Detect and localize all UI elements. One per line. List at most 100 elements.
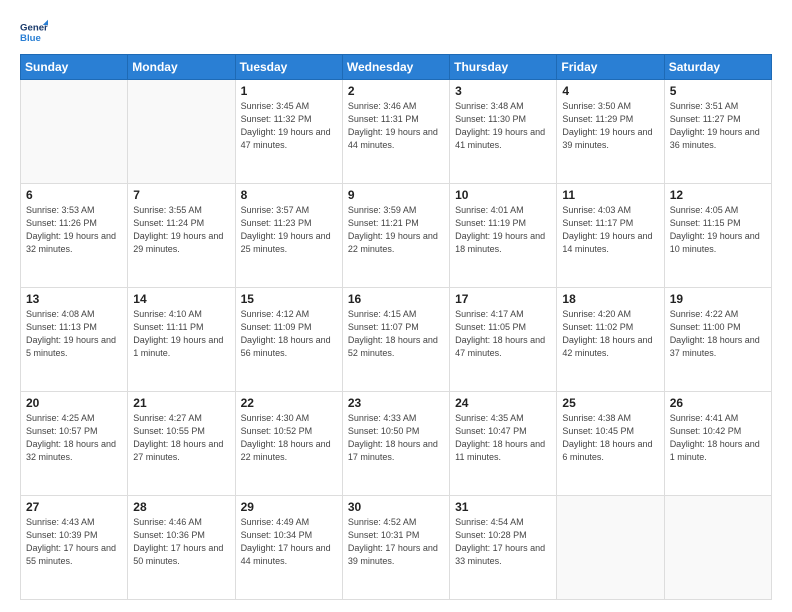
- day-info: Sunrise: 3:46 AM Sunset: 11:31 PM Daylig…: [348, 100, 444, 152]
- day-number: 4: [562, 84, 658, 98]
- day-info: Sunrise: 4:30 AM Sunset: 10:52 PM Daylig…: [241, 412, 337, 464]
- calendar-cell: 20 Sunrise: 4:25 AM Sunset: 10:57 PM Dayl…: [21, 392, 128, 496]
- day-info: Sunrise: 4:27 AM Sunset: 10:55 PM Daylig…: [133, 412, 229, 464]
- day-number: 30: [348, 500, 444, 514]
- day-number: 16: [348, 292, 444, 306]
- day-info: Sunrise: 4:22 AM Sunset: 11:00 PM Daylig…: [670, 308, 766, 360]
- day-number: 17: [455, 292, 551, 306]
- day-number: 28: [133, 500, 229, 514]
- day-number: 18: [562, 292, 658, 306]
- day-number: 21: [133, 396, 229, 410]
- calendar-cell: 25 Sunrise: 4:38 AM Sunset: 10:45 PM Dayl…: [557, 392, 664, 496]
- day-number: 29: [241, 500, 337, 514]
- day-info: Sunrise: 3:53 AM Sunset: 11:26 PM Daylig…: [26, 204, 122, 256]
- logo: General Blue: [20, 18, 48, 46]
- calendar-cell: 11 Sunrise: 4:03 AM Sunset: 11:17 PM Dayl…: [557, 184, 664, 288]
- calendar-cell: 23 Sunrise: 4:33 AM Sunset: 10:50 PM Dayl…: [342, 392, 449, 496]
- day-number: 10: [455, 188, 551, 202]
- calendar-cell: 27 Sunrise: 4:43 AM Sunset: 10:39 PM Dayl…: [21, 496, 128, 600]
- day-number: 20: [26, 396, 122, 410]
- day-number: 9: [348, 188, 444, 202]
- day-info: Sunrise: 4:33 AM Sunset: 10:50 PM Daylig…: [348, 412, 444, 464]
- day-number: 19: [670, 292, 766, 306]
- calendar-cell: 6 Sunrise: 3:53 AM Sunset: 11:26 PM Dayli…: [21, 184, 128, 288]
- day-number: 23: [348, 396, 444, 410]
- weekday-header-friday: Friday: [557, 55, 664, 80]
- calendar-cell: [128, 80, 235, 184]
- day-info: Sunrise: 4:05 AM Sunset: 11:15 PM Daylig…: [670, 204, 766, 256]
- day-info: Sunrise: 4:54 AM Sunset: 10:28 PM Daylig…: [455, 516, 551, 568]
- calendar-cell: 29 Sunrise: 4:49 AM Sunset: 10:34 PM Dayl…: [235, 496, 342, 600]
- day-number: 27: [26, 500, 122, 514]
- day-info: Sunrise: 3:51 AM Sunset: 11:27 PM Daylig…: [670, 100, 766, 152]
- day-info: Sunrise: 3:48 AM Sunset: 11:30 PM Daylig…: [455, 100, 551, 152]
- week-row-3: 13Sunrise: 4:08 AM Sunset: 11:13 PM Dayl…: [21, 288, 772, 392]
- calendar-cell: 8 Sunrise: 3:57 AM Sunset: 11:23 PM Dayli…: [235, 184, 342, 288]
- day-info: Sunrise: 4:01 AM Sunset: 11:19 PM Daylig…: [455, 204, 551, 256]
- day-info: Sunrise: 4:46 AM Sunset: 10:36 PM Daylig…: [133, 516, 229, 568]
- calendar-cell: 10 Sunrise: 4:01 AM Sunset: 11:19 PM Dayl…: [450, 184, 557, 288]
- day-number: 26: [670, 396, 766, 410]
- weekday-header-monday: Monday: [128, 55, 235, 80]
- day-number: 13: [26, 292, 122, 306]
- day-info: Sunrise: 4:25 AM Sunset: 10:57 PM Daylig…: [26, 412, 122, 464]
- day-info: Sunrise: 4:41 AM Sunset: 10:42 PM Daylig…: [670, 412, 766, 464]
- day-number: 15: [241, 292, 337, 306]
- calendar-cell: 5Sunrise: 3:51 AM Sunset: 11:27 PM Dayli…: [664, 80, 771, 184]
- day-number: 31: [455, 500, 551, 514]
- day-number: 14: [133, 292, 229, 306]
- day-number: 11: [562, 188, 658, 202]
- calendar-cell: 1Sunrise: 3:45 AM Sunset: 11:32 PM Dayli…: [235, 80, 342, 184]
- weekday-header-thursday: Thursday: [450, 55, 557, 80]
- weekday-header-saturday: Saturday: [664, 55, 771, 80]
- calendar-cell: 26 Sunrise: 4:41 AM Sunset: 10:42 PM Dayl…: [664, 392, 771, 496]
- day-number: 24: [455, 396, 551, 410]
- calendar-cell: 18Sunrise: 4:20 AM Sunset: 11:02 PM Dayl…: [557, 288, 664, 392]
- day-info: Sunrise: 4:17 AM Sunset: 11:05 PM Daylig…: [455, 308, 551, 360]
- day-number: 25: [562, 396, 658, 410]
- day-info: Sunrise: 3:59 AM Sunset: 11:21 PM Daylig…: [348, 204, 444, 256]
- calendar-cell: 19 Sunrise: 4:22 AM Sunset: 11:00 PM Dayl…: [664, 288, 771, 392]
- calendar-cell: 31 Sunrise: 4:54 AM Sunset: 10:28 PM Dayl…: [450, 496, 557, 600]
- calendar-cell: 22 Sunrise: 4:30 AM Sunset: 10:52 PM Dayl…: [235, 392, 342, 496]
- day-info: Sunrise: 4:12 AM Sunset: 11:09 PM Daylig…: [241, 308, 337, 360]
- day-number: 8: [241, 188, 337, 202]
- day-info: Sunrise: 3:50 AM Sunset: 11:29 PM Daylig…: [562, 100, 658, 152]
- week-row-4: 20 Sunrise: 4:25 AM Sunset: 10:57 PM Dayl…: [21, 392, 772, 496]
- calendar-cell: 21 Sunrise: 4:27 AM Sunset: 10:55 PM Dayl…: [128, 392, 235, 496]
- calendar-cell: [21, 80, 128, 184]
- day-number: 3: [455, 84, 551, 98]
- calendar-cell: 16 Sunrise: 4:15 AM Sunset: 11:07 PM Dayl…: [342, 288, 449, 392]
- calendar-cell: 13Sunrise: 4:08 AM Sunset: 11:13 PM Dayl…: [21, 288, 128, 392]
- day-info: Sunrise: 3:55 AM Sunset: 11:24 PM Daylig…: [133, 204, 229, 256]
- svg-text:Blue: Blue: [20, 33, 41, 44]
- week-row-2: 6 Sunrise: 3:53 AM Sunset: 11:26 PM Dayli…: [21, 184, 772, 288]
- day-number: 1: [241, 84, 337, 98]
- calendar-cell: [664, 496, 771, 600]
- header: General Blue: [20, 18, 772, 46]
- calendar-cell: 17 Sunrise: 4:17 AM Sunset: 11:05 PM Dayl…: [450, 288, 557, 392]
- day-info: Sunrise: 4:52 AM Sunset: 10:31 PM Daylig…: [348, 516, 444, 568]
- day-info: Sunrise: 4:49 AM Sunset: 10:34 PM Daylig…: [241, 516, 337, 568]
- day-number: 6: [26, 188, 122, 202]
- calendar-cell: 3 Sunrise: 3:48 AM Sunset: 11:30 PM Dayli…: [450, 80, 557, 184]
- weekday-header-wednesday: Wednesday: [342, 55, 449, 80]
- calendar-cell: [557, 496, 664, 600]
- calendar-cell: 14 Sunrise: 4:10 AM Sunset: 11:11 PM Dayl…: [128, 288, 235, 392]
- calendar-cell: 2 Sunrise: 3:46 AM Sunset: 11:31 PM Dayli…: [342, 80, 449, 184]
- day-number: 2: [348, 84, 444, 98]
- calendar-cell: 7 Sunrise: 3:55 AM Sunset: 11:24 PM Dayli…: [128, 184, 235, 288]
- day-info: Sunrise: 4:15 AM Sunset: 11:07 PM Daylig…: [348, 308, 444, 360]
- day-info: Sunrise: 4:43 AM Sunset: 10:39 PM Daylig…: [26, 516, 122, 568]
- calendar-table: SundayMondayTuesdayWednesdayThursdayFrid…: [20, 54, 772, 600]
- day-info: Sunrise: 4:38 AM Sunset: 10:45 PM Daylig…: [562, 412, 658, 464]
- weekday-header-row: SundayMondayTuesdayWednesdayThursdayFrid…: [21, 55, 772, 80]
- calendar-cell: 30 Sunrise: 4:52 AM Sunset: 10:31 PM Dayl…: [342, 496, 449, 600]
- day-number: 22: [241, 396, 337, 410]
- day-info: Sunrise: 4:10 AM Sunset: 11:11 PM Daylig…: [133, 308, 229, 360]
- svg-text:General: General: [20, 22, 48, 33]
- weekday-header-tuesday: Tuesday: [235, 55, 342, 80]
- day-info: Sunrise: 3:57 AM Sunset: 11:23 PM Daylig…: [241, 204, 337, 256]
- day-info: Sunrise: 4:03 AM Sunset: 11:17 PM Daylig…: [562, 204, 658, 256]
- day-number: 7: [133, 188, 229, 202]
